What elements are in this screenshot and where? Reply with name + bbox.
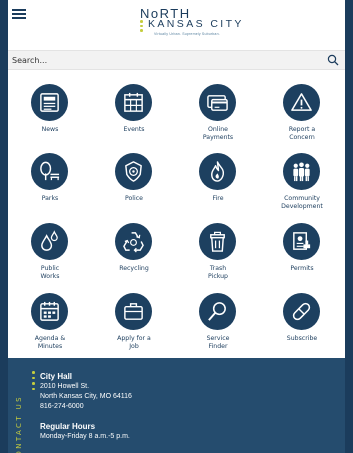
service-finder-circle bbox=[199, 293, 236, 330]
tile-label: Trash Pickup bbox=[208, 265, 228, 280]
tile-label: Public Works bbox=[40, 265, 60, 280]
logo-dots-icon bbox=[140, 20, 144, 36]
tile-label: Report a Concern bbox=[288, 126, 316, 141]
magnifier-icon bbox=[208, 302, 226, 321]
tile-report-concern[interactable]: Report a Concern bbox=[260, 84, 344, 154]
trash-circle bbox=[199, 223, 236, 260]
tile-label: Recycling bbox=[119, 265, 149, 272]
police-circle bbox=[115, 153, 152, 190]
public-works-circle bbox=[31, 223, 68, 260]
people-group-icon bbox=[293, 162, 310, 182]
tile-label: Fire bbox=[212, 195, 224, 202]
hours-title: Regular Hours bbox=[40, 422, 96, 431]
app-container: NoRTH KANSAS CITY Virtually Urban. Supre… bbox=[8, 0, 345, 453]
hamburger-menu-icon[interactable] bbox=[12, 9, 26, 19]
fire-circle bbox=[199, 153, 236, 190]
tile-subscribe[interactable]: Subscribe bbox=[260, 293, 344, 363]
city-hall-title: City Hall bbox=[40, 372, 73, 381]
tile-service-finder[interactable]: Service Finder bbox=[176, 293, 260, 363]
recycling-circle bbox=[115, 223, 152, 260]
tile-label: Online Payments bbox=[202, 126, 234, 141]
tile-police[interactable]: Police bbox=[92, 153, 176, 223]
tile-recycling[interactable]: Recycling bbox=[92, 223, 176, 293]
permit-document-icon bbox=[293, 232, 311, 250]
briefcase-icon bbox=[124, 303, 143, 320]
tile-parks[interactable]: Parks bbox=[8, 153, 92, 223]
tile-trash-pickup[interactable]: Trash Pickup bbox=[176, 223, 260, 293]
trash-can-icon bbox=[210, 231, 225, 252]
warning-icon bbox=[291, 93, 312, 111]
address-line2: North Kansas City, MO 64116 bbox=[40, 393, 132, 400]
tile-label: News bbox=[41, 126, 59, 133]
footer-contact: CONTACT US City Hall 2010 Howell St. Nor… bbox=[8, 358, 345, 453]
tile-label: Agenda & Minutes bbox=[34, 335, 66, 350]
tile-permits[interactable]: Permits bbox=[260, 223, 344, 293]
tile-label: Apply for a Job bbox=[117, 335, 151, 350]
permits-circle bbox=[283, 223, 320, 260]
city-logo[interactable]: NoRTH KANSAS CITY Virtually Urban. Supre… bbox=[118, 6, 268, 40]
phone-number[interactable]: 816-274-6000 bbox=[40, 402, 132, 412]
flame-icon bbox=[211, 161, 225, 182]
tile-news[interactable]: News bbox=[8, 84, 92, 154]
parks-circle bbox=[31, 153, 68, 190]
police-badge-icon bbox=[125, 161, 142, 182]
credit-card-icon bbox=[207, 95, 228, 111]
tile-apply-job[interactable]: Apply for a Job bbox=[92, 293, 176, 363]
tile-online-payments[interactable]: Online Payments bbox=[176, 84, 260, 154]
tile-label: Parks bbox=[41, 195, 59, 202]
tile-public-works[interactable]: Public Works bbox=[8, 223, 92, 293]
job-circle bbox=[115, 293, 152, 330]
tile-label: Police bbox=[125, 195, 143, 202]
contact-info: City Hall 2010 Howell St. North Kansas C… bbox=[40, 372, 132, 442]
tile-label: Community Development bbox=[281, 195, 323, 210]
news-circle bbox=[31, 84, 68, 121]
recycle-icon bbox=[123, 232, 144, 253]
subscribe-circle bbox=[283, 293, 320, 330]
agenda-circle bbox=[31, 293, 68, 330]
community-circle bbox=[283, 153, 320, 190]
payments-circle bbox=[199, 84, 236, 121]
top-bar: NoRTH KANSAS CITY Virtually Urban. Supre… bbox=[8, 0, 345, 45]
contact-us-label: CONTACT US bbox=[15, 395, 23, 453]
search-icon[interactable] bbox=[327, 54, 339, 66]
search-bar bbox=[8, 50, 345, 70]
search-input[interactable] bbox=[12, 53, 312, 68]
tile-fire[interactable]: Fire bbox=[176, 153, 260, 223]
agenda-calendar-icon bbox=[40, 301, 59, 321]
newspaper-icon bbox=[40, 93, 59, 112]
tile-label: Service Finder bbox=[206, 335, 230, 350]
tile-agenda-minutes[interactable]: Agenda & Minutes bbox=[8, 293, 92, 363]
tile-label: Permits bbox=[290, 265, 314, 272]
tile-label: Events bbox=[123, 126, 145, 133]
report-circle bbox=[283, 84, 320, 121]
events-circle bbox=[115, 84, 152, 121]
pill-icon bbox=[292, 302, 311, 321]
water-drops-icon bbox=[41, 230, 58, 251]
logo-line2: KANSAS CITY bbox=[148, 18, 244, 30]
address-line1: 2010 Howell St. bbox=[40, 383, 90, 390]
tile-events[interactable]: Events bbox=[92, 84, 176, 154]
contact-dots-icon bbox=[32, 371, 36, 393]
calendar-grid-icon bbox=[124, 92, 143, 112]
logo-tagline: Virtually Urban. Supremely Suburban. bbox=[154, 32, 220, 36]
tree-bench-icon bbox=[40, 161, 60, 181]
tile-community-development[interactable]: Community Development bbox=[260, 153, 344, 223]
tile-label: Subscribe bbox=[286, 335, 318, 342]
hours-text: Monday-Friday 8 a.m.-5 p.m. bbox=[40, 433, 130, 440]
